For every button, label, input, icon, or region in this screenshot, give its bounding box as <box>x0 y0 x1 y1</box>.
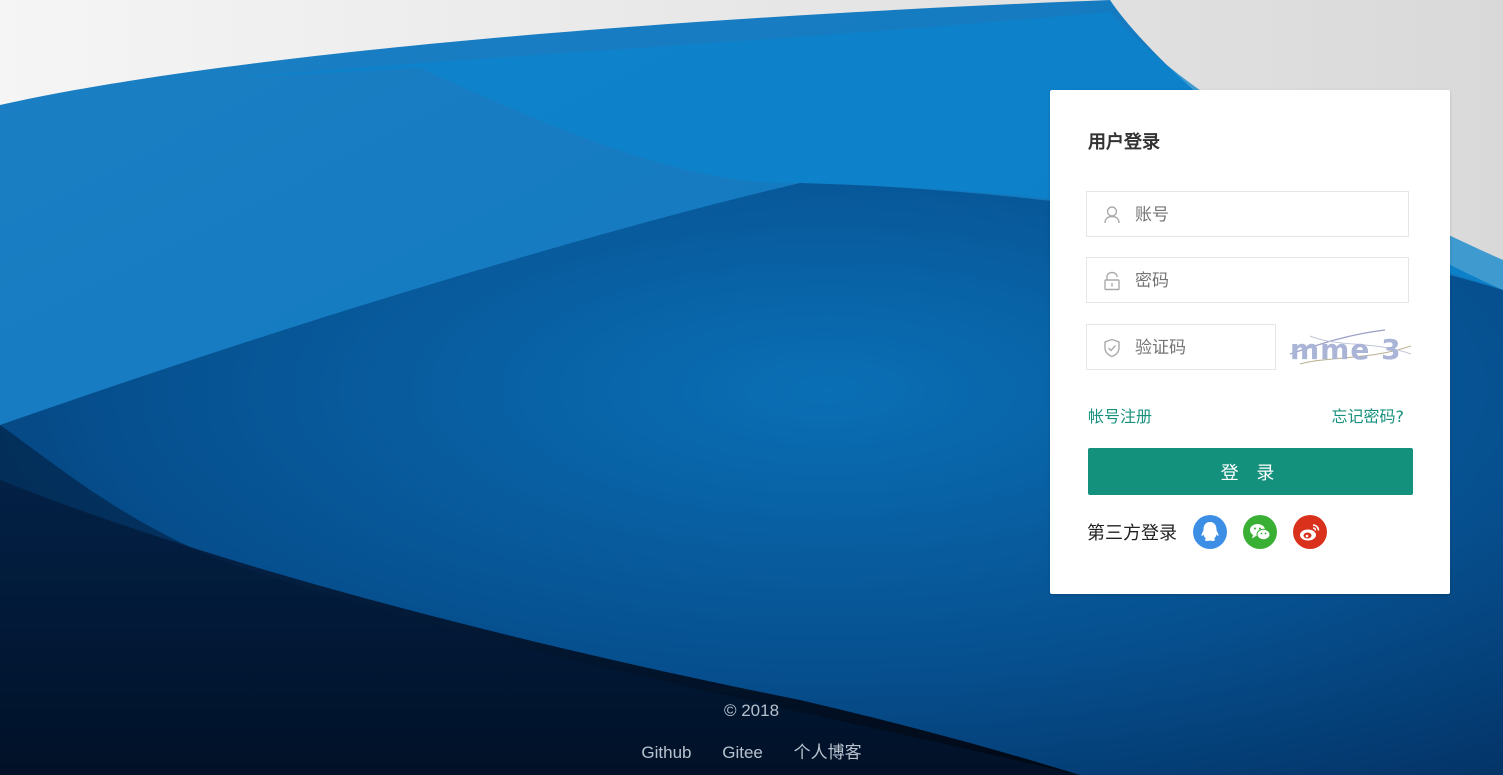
register-link[interactable]: 帐号注册 <box>1088 403 1152 427</box>
weibo-icon[interactable] <box>1293 515 1327 549</box>
forgot-password-link[interactable]: 忘记密码? <box>1332 403 1405 427</box>
login-title: 用户登录 <box>1088 132 1160 153</box>
lock-icon <box>1104 271 1120 291</box>
qq-icon[interactable] <box>1193 515 1227 549</box>
gitee-link[interactable]: Gitee <box>722 743 763 762</box>
password-field[interactable] <box>1086 257 1409 304</box>
password-input[interactable] <box>1133 258 1397 304</box>
third-party-login: 第三方登录 <box>1087 515 1343 549</box>
username-input[interactable] <box>1133 192 1397 238</box>
captcha-text: mme 3 <box>1290 333 1402 366</box>
captcha-field[interactable] <box>1086 324 1276 371</box>
github-link[interactable]: Github <box>641 743 691 762</box>
wechat-icon[interactable] <box>1243 515 1277 549</box>
captcha-input[interactable] <box>1133 325 1272 371</box>
shield-check-icon <box>1104 338 1120 358</box>
login-button[interactable]: 登 录 <box>1088 448 1413 495</box>
footer-links: Github Gitee 个人博客 <box>0 738 1503 763</box>
login-panel: 用户登录 mme 3 帐号注册 忘记密码? 登 录 <box>1050 90 1450 594</box>
copyright: © 2018 <box>723 701 780 720</box>
captcha-image[interactable]: mme 3 <box>1290 326 1411 368</box>
username-field[interactable] <box>1086 191 1409 238</box>
third-party-label: 第三方登录 <box>1087 523 1177 544</box>
blog-link[interactable]: 个人博客 <box>794 743 862 762</box>
user-icon <box>1104 206 1120 224</box>
